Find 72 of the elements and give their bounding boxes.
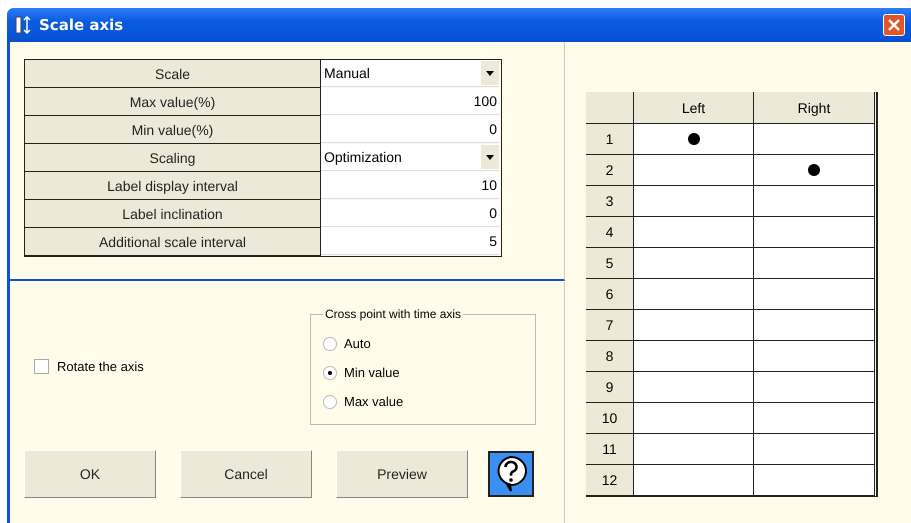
table-cell[interactable] xyxy=(634,124,754,155)
setting-label: Label display interval xyxy=(25,172,321,200)
table-cell[interactable] xyxy=(634,279,754,310)
radio-button[interactable] xyxy=(323,336,337,350)
number-field[interactable]: 100 xyxy=(321,88,499,115)
close-button[interactable] xyxy=(883,14,905,36)
column-header: Left xyxy=(634,92,754,124)
table-cell[interactable] xyxy=(754,465,875,496)
group-title: Cross point with time axis xyxy=(324,307,462,321)
row-header: 2 xyxy=(586,155,634,186)
row-header: 10 xyxy=(586,403,634,434)
radio-button[interactable] xyxy=(323,366,337,380)
row-header: 3 xyxy=(586,186,634,217)
column-header: Right xyxy=(754,92,875,124)
setting-label: Additional scale interval xyxy=(25,228,321,256)
marker-dot xyxy=(808,164,820,176)
table-cell[interactable] xyxy=(754,155,875,186)
dialog-button[interactable]: OK xyxy=(24,450,156,498)
dropdown-field[interactable]: Optimization xyxy=(321,144,499,171)
checkbox[interactable] xyxy=(34,358,49,374)
table-cell[interactable] xyxy=(634,341,754,372)
setting-label: Label inclination xyxy=(25,200,321,228)
number-field[interactable]: 10 xyxy=(321,172,499,199)
row-header: 11 xyxy=(586,434,634,465)
row-header: 8 xyxy=(586,341,634,372)
number-field[interactable]: 0 xyxy=(321,200,499,227)
checkbox-label: Rotate the axis xyxy=(57,358,144,374)
table-cell[interactable] xyxy=(754,372,875,403)
table-cell[interactable] xyxy=(634,465,754,496)
number-field[interactable]: 0 xyxy=(321,116,499,143)
row-header: 5 xyxy=(586,248,634,279)
table-cell[interactable] xyxy=(634,310,754,341)
table-cell[interactable] xyxy=(754,403,875,434)
table-cell[interactable] xyxy=(634,248,754,279)
radio-label: Auto xyxy=(344,336,371,351)
table-cell[interactable] xyxy=(754,279,875,310)
setting-label: Scaling xyxy=(25,144,321,172)
table-cell[interactable] xyxy=(754,217,875,248)
row-header: 4 xyxy=(586,217,634,248)
help-button[interactable] xyxy=(488,451,534,497)
row-header: 12 xyxy=(586,465,634,496)
row-header: 9 xyxy=(586,372,634,403)
table-cell[interactable] xyxy=(754,434,875,465)
row-header: 7 xyxy=(586,310,634,341)
axis-scale-icon xyxy=(15,16,33,34)
number-field[interactable]: 5 xyxy=(321,228,499,255)
table-cell[interactable] xyxy=(634,372,754,403)
marker-dot xyxy=(688,133,700,145)
dialog-button[interactable]: Cancel xyxy=(180,450,312,498)
corner-header xyxy=(586,92,634,124)
table-cell[interactable] xyxy=(754,186,875,217)
table-cell[interactable] xyxy=(754,310,875,341)
dialog-button[interactable]: Preview xyxy=(336,450,468,498)
setting-label: Scale xyxy=(25,60,321,88)
window-title: Scale axis xyxy=(39,16,124,34)
table-cell[interactable] xyxy=(754,248,875,279)
table-cell[interactable] xyxy=(634,434,754,465)
dropdown-field[interactable]: Manual xyxy=(321,60,499,87)
table-cell[interactable] xyxy=(634,403,754,434)
radio-label: Min value xyxy=(344,365,400,380)
table-cell[interactable] xyxy=(754,124,875,155)
row-header: 1 xyxy=(586,124,634,155)
row-header: 6 xyxy=(586,279,634,310)
setting-label: Max value(%) xyxy=(25,88,321,116)
radio-label: Max value xyxy=(344,394,404,409)
table-cell[interactable] xyxy=(634,155,754,186)
table-cell[interactable] xyxy=(634,217,754,248)
setting-label: Min value(%) xyxy=(25,116,321,144)
radio-button[interactable] xyxy=(323,394,337,408)
table-cell[interactable] xyxy=(634,186,754,217)
close-icon xyxy=(888,19,900,31)
table-cell[interactable] xyxy=(754,341,875,372)
